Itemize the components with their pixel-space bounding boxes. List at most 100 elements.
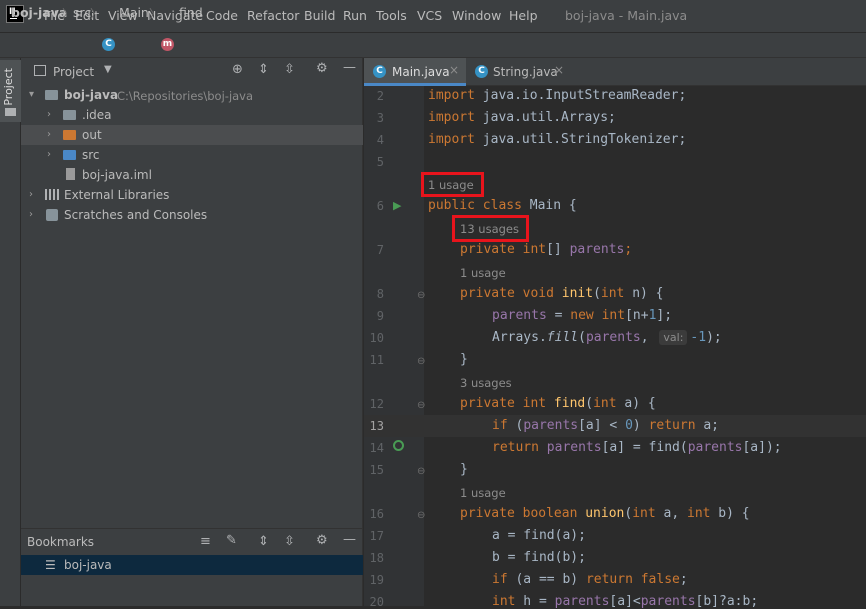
run-icon[interactable]: ▶ (393, 199, 401, 212)
gear-icon[interactable]: ⚙ (316, 61, 328, 76)
class-icon: C (102, 38, 115, 51)
code-line-13: if (parents[a] < 0) return a; (492, 418, 719, 433)
class-usage-hint[interactable]: 1 usage (428, 178, 474, 192)
add-bookmark-icon[interactable]: ≡ (200, 534, 211, 549)
breadcrumb-class[interactable]: Main (119, 5, 149, 20)
line-number: 2 (376, 89, 384, 103)
code-text: [n+ (625, 308, 649, 323)
line-number: 15 (369, 463, 384, 477)
chevron-right-icon[interactable]: › (47, 129, 51, 140)
code-text: [a] = find( (601, 440, 688, 455)
field-name: parents (546, 440, 602, 455)
keyword: return false (585, 572, 680, 587)
breadcrumb-separator-icon: 〉 (90, 7, 103, 21)
breadcrumb-method[interactable]: find (179, 5, 203, 20)
code-line-16: private boolean union(int a, int b) { (460, 506, 750, 521)
menu-refactor[interactable]: Refactor (247, 8, 299, 23)
code-line-7: private int[] parents; (460, 242, 632, 257)
menu-code[interactable]: Code (206, 8, 238, 23)
tree-item-external-libraries[interactable]: External Libraries (64, 188, 169, 202)
code-text: ( (578, 330, 586, 345)
tab-string-label[interactable]: String.java (493, 65, 558, 79)
method-usage-hint[interactable]: 1 usage (460, 486, 506, 500)
minimize-icon[interactable]: — (343, 60, 356, 75)
edit-icon[interactable]: ✎ (226, 533, 237, 548)
menu-window[interactable]: Window (452, 8, 501, 23)
field-name: parents (687, 440, 743, 455)
chevron-down-icon[interactable]: ▾ (29, 89, 34, 100)
close-icon[interactable]: × (554, 63, 564, 77)
fold-icon[interactable]: ⊖ (417, 510, 425, 521)
code-text: [b]?a:b; (695, 594, 759, 609)
code-text: [a]< (609, 594, 641, 609)
tab-main-label[interactable]: Main.java (392, 65, 450, 79)
keyword: import (428, 132, 475, 147)
expand-all-icon[interactable]: ⇕ (258, 534, 269, 549)
tree-item-src[interactable]: src (82, 148, 100, 162)
chevron-right-icon[interactable]: › (47, 109, 51, 120)
library-icon (45, 189, 59, 200)
code-line-8: private void init(int n) { (460, 286, 664, 301)
code-text: (a == b) (507, 572, 586, 587)
chevron-down-icon[interactable]: ▼ (104, 64, 112, 75)
locate-icon[interactable]: ⊕ (232, 62, 243, 77)
line-number: 18 (369, 551, 384, 565)
collapse-all-icon[interactable]: ⇳ (284, 62, 295, 77)
tree-root-name[interactable]: boj-java (64, 88, 118, 102)
code-line-19: if (a == b) return false; (492, 572, 688, 587)
folder-icon (45, 90, 58, 100)
expand-all-icon[interactable]: ⇕ (258, 62, 269, 77)
code-editor[interactable] (424, 86, 866, 606)
code-line-10: Arrays.fill(parents, val: -1); (492, 330, 722, 345)
chevron-right-icon[interactable]: › (29, 189, 33, 200)
project-panel-title[interactable]: Project (53, 65, 94, 79)
bookmark-item-label[interactable]: boj-java (64, 558, 112, 572)
line-number: 16 (369, 507, 384, 521)
menu-tools[interactable]: Tools (376, 8, 407, 23)
number: -1 (690, 330, 707, 345)
code-text: b) { (710, 506, 750, 521)
bookmark-list-icon: ☰ (45, 558, 56, 572)
field-usage-hint[interactable]: 13 usages (460, 222, 519, 236)
breadcrumb-project[interactable]: boj-java (11, 5, 67, 20)
fold-icon[interactable]: ⊖ (417, 466, 425, 477)
chevron-right-icon[interactable]: › (29, 209, 33, 220)
breadcrumb-separator-icon: 〉 (149, 7, 162, 21)
fold-icon[interactable]: ⊖ (417, 290, 425, 301)
code-text: ; (679, 572, 688, 587)
close-icon[interactable]: × (449, 63, 459, 77)
keyword: import (428, 88, 475, 103)
keyword: private boolean (460, 506, 578, 521)
keyword: return (492, 440, 539, 455)
tree-item-idea[interactable]: .idea (82, 108, 112, 122)
breadcrumb-folder[interactable]: src (73, 5, 91, 20)
code-text: a, (655, 506, 687, 521)
method-usage-hint[interactable]: 3 usages (460, 376, 512, 390)
folder-icon (63, 150, 76, 160)
field-name: parents (492, 308, 547, 323)
bookmarks-title[interactable]: Bookmarks (27, 535, 94, 549)
tree-item-scratches[interactable]: Scratches and Consoles (64, 208, 207, 222)
minimize-icon[interactable]: — (343, 532, 356, 547)
chevron-right-icon[interactable]: › (47, 149, 51, 160)
menu-build[interactable]: Build (304, 8, 335, 23)
fold-icon[interactable]: ⊖ (417, 356, 425, 367)
code-text: [a] < (578, 418, 626, 433)
method-name: fill (546, 330, 579, 345)
class-icon: C (373, 65, 386, 78)
left-tool-stripe (0, 58, 21, 606)
menu-run[interactable]: Run (343, 8, 367, 23)
code-line-11: } (460, 352, 468, 367)
menu-help[interactable]: Help (509, 8, 538, 23)
fold-icon[interactable]: ⊖ (417, 400, 425, 411)
tree-item-out[interactable]: out (82, 128, 102, 142)
project-tool-label[interactable]: Project (2, 68, 15, 106)
menu-vcs[interactable]: VCS (417, 8, 442, 23)
gear-icon[interactable]: ⚙ (316, 533, 328, 548)
method-usage-hint[interactable]: 1 usage (460, 266, 506, 280)
tree-item-iml[interactable]: boj-java.iml (82, 168, 152, 182)
code-text: = (546, 308, 571, 323)
collapse-all-icon[interactable]: ⇳ (284, 534, 295, 549)
code-text: [a]); (742, 440, 782, 455)
keyword: return (648, 418, 696, 433)
